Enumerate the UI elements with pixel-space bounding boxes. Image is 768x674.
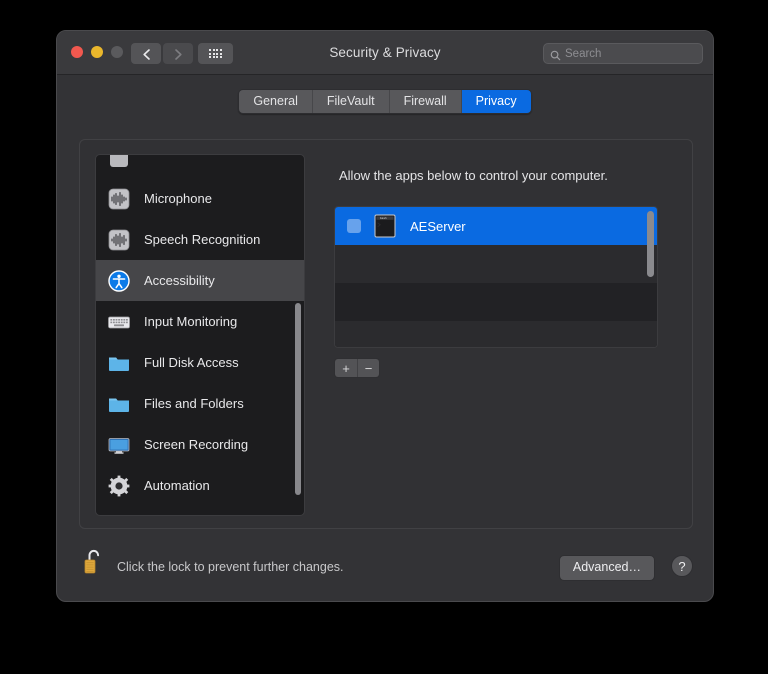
sidebar-item-label: Full Disk Access [144, 355, 239, 370]
sidebar-item-full-disk-access[interactable]: Full Disk Access [96, 342, 304, 383]
sidebar-item-microphone[interactable]: Microphone [96, 178, 304, 219]
sidebar-item-label: Accessibility [144, 273, 215, 288]
help-button[interactable]: ? [671, 555, 693, 577]
sidebar-scroll-content: Microphone [96, 154, 304, 515]
search-field[interactable]: Search [543, 43, 703, 64]
window-bottom-bar: Click the lock to prevent further change… [57, 527, 713, 601]
folder-icon [108, 352, 130, 374]
sidebar-item-screen-recording[interactable]: Screen Recording [96, 424, 304, 465]
privacy-category-sidebar[interactable]: Microphone [95, 154, 305, 516]
svg-text:bash: bash [380, 216, 387, 220]
table-row-empty [335, 283, 657, 321]
privacy-detail-column: Allow the apps below to control your com… [320, 154, 678, 516]
app-list-scrollbar[interactable] [647, 211, 654, 277]
sidebar-item-advertising[interactable]: Advertising [96, 506, 304, 516]
sidebar-item-label: Screen Recording [144, 437, 248, 452]
unlocked-padlock-icon[interactable] [83, 547, 105, 577]
security-privacy-window: Security & Privacy Search General FileVa… [56, 30, 714, 602]
sidebar-item-speech-recognition[interactable]: Speech Recognition [96, 219, 304, 260]
tab-group: General FileVault Firewall Privacy [238, 89, 531, 114]
app-name-label: AEServer [410, 219, 466, 234]
window-titlebar: Security & Privacy Search [57, 31, 713, 75]
sidebar-item-label: Automation [144, 478, 210, 493]
sidebar-item-label: Microphone [144, 191, 212, 206]
privacy-panel: Microphone [79, 139, 693, 529]
sidebar-item-label: Files and Folders [144, 396, 244, 411]
folder-icon [108, 393, 130, 415]
clipped-item-icon [108, 154, 130, 169]
sidebar-item-files-and-folders[interactable]: Files and Folders [96, 383, 304, 424]
keyboard-icon [108, 311, 130, 333]
tab-bar: General FileVault Firewall Privacy [57, 75, 713, 114]
tab-filevault[interactable]: FileVault [313, 90, 390, 113]
sidebar-item-clipped[interactable] [96, 154, 304, 178]
sidebar-scrollbar[interactable] [295, 303, 301, 495]
plus-icon: + [342, 362, 350, 375]
lock-status-text: Click the lock to prevent further change… [117, 560, 344, 574]
search-placeholder: Search [565, 48, 601, 60]
table-row-empty [335, 245, 657, 283]
allow-apps-label: Allow the apps below to control your com… [320, 154, 678, 183]
table-row[interactable]: bash AEServer [335, 207, 657, 245]
waveform-icon [108, 188, 130, 210]
table-row-empty [335, 321, 657, 348]
waveform-icon [108, 229, 130, 251]
add-remove-button-group: + − [334, 358, 380, 378]
sidebar-item-input-monitoring[interactable]: Input Monitoring [96, 301, 304, 342]
megaphone-icon [108, 516, 130, 517]
advanced-button[interactable]: Advanced… [559, 555, 655, 581]
search-icon [550, 48, 561, 59]
sidebar-item-label: Speech Recognition [144, 232, 260, 247]
sidebar-item-automation[interactable]: Automation [96, 465, 304, 506]
allowed-apps-list[interactable]: bash AEServer [334, 206, 658, 348]
gear-icon [108, 475, 130, 497]
sidebar-item-accessibility[interactable]: Accessibility [96, 260, 304, 301]
minus-icon: − [365, 362, 373, 375]
sidebar-item-label: Input Monitoring [144, 314, 237, 329]
tab-general[interactable]: General [239, 90, 312, 113]
add-app-button[interactable]: + [335, 359, 357, 377]
display-icon [108, 434, 130, 456]
accessibility-icon [108, 270, 130, 292]
app-checkbox[interactable] [347, 219, 361, 233]
remove-app-button[interactable]: − [357, 359, 379, 377]
tab-privacy[interactable]: Privacy [462, 90, 531, 113]
tab-firewall[interactable]: Firewall [390, 90, 462, 113]
terminal-app-icon: bash [372, 214, 398, 238]
